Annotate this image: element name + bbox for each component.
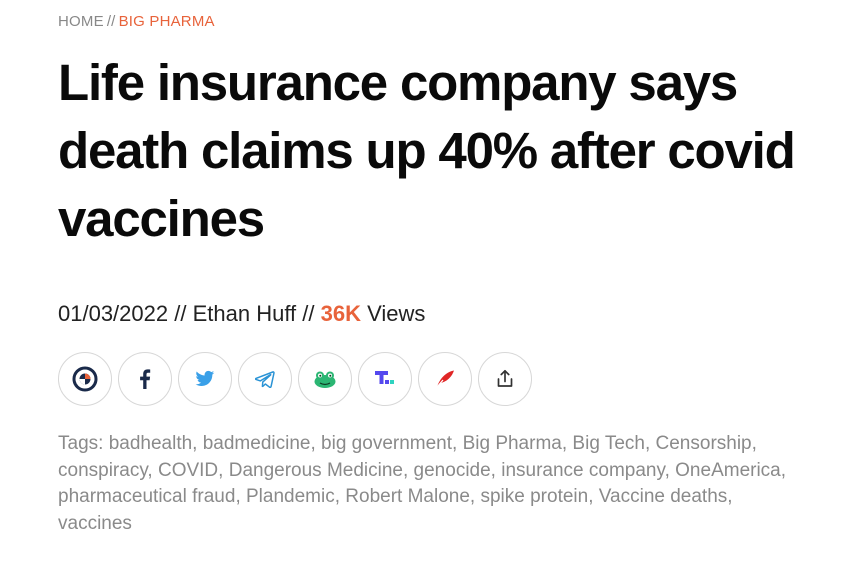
share-gab-button[interactable] — [298, 352, 352, 406]
gettr-icon — [434, 368, 456, 390]
share-buttons — [58, 352, 828, 408]
telegram-icon — [255, 370, 275, 388]
share-facebook-button[interactable] — [118, 352, 172, 406]
tag-link[interactable]: spike protein — [480, 486, 588, 507]
tag-link[interactable]: pharmaceutical fraud — [58, 486, 235, 507]
breadcrumb: HOME//BIG PHARMA — [58, 10, 828, 34]
tag-link[interactable]: insurance company — [501, 460, 664, 481]
article-meta: 01/03/2022 // Ethan Huff // 36K Views — [58, 300, 828, 328]
views-label: Views — [367, 301, 426, 326]
tag-link[interactable]: badmedicine — [203, 433, 311, 454]
meta-separator: // — [174, 301, 187, 326]
share-telegram-button[interactable] — [238, 352, 292, 406]
tag-link[interactable]: Plandemic — [246, 486, 335, 507]
tag-link[interactable]: vaccines — [58, 513, 132, 534]
meta-separator: // — [302, 301, 315, 326]
share-truth-social-button[interactable] — [358, 352, 412, 406]
tag-link[interactable]: Robert Malone — [345, 486, 470, 507]
share-upload-icon — [495, 369, 515, 389]
brighteon-icon — [72, 366, 98, 392]
truth-social-icon — [374, 369, 396, 389]
article-header: HOME//BIG PHARMA Life insurance company … — [58, 10, 828, 537]
tags-list: Tags: badhealth, badmedicine, big govern… — [58, 431, 798, 537]
tag-link[interactable]: conspiracy — [58, 460, 147, 481]
tag-link[interactable]: COVID — [158, 460, 218, 481]
tag-link[interactable]: Vaccine deaths — [599, 486, 728, 507]
tag-link[interactable]: big government — [321, 433, 452, 454]
facebook-icon — [135, 368, 155, 390]
share-gettr-button[interactable] — [418, 352, 472, 406]
share-brighteon-button[interactable] — [58, 352, 112, 406]
tags-container: badhealth, badmedicine, big government, … — [58, 433, 787, 534]
tag-link[interactable]: OneAmerica — [675, 460, 781, 481]
tag-link[interactable]: Big Tech — [572, 433, 645, 454]
share-more-button[interactable] — [478, 352, 532, 406]
article-date: 01/03/2022 — [58, 301, 169, 326]
tag-link[interactable]: badhealth — [109, 433, 192, 454]
share-twitter-button[interactable] — [178, 352, 232, 406]
tag-link[interactable]: Big Pharma — [463, 433, 562, 454]
tags-prefix: Tags: — [58, 433, 109, 454]
twitter-icon — [195, 370, 215, 388]
gab-frog-icon — [313, 369, 337, 389]
tag-link[interactable]: genocide — [414, 460, 491, 481]
breadcrumb-home-link[interactable]: HOME — [58, 13, 104, 30]
breadcrumb-separator: // — [106, 13, 116, 30]
article-author[interactable]: Ethan Huff — [193, 301, 297, 326]
article-title: Life insurance company says death claims… — [58, 54, 796, 247]
tag-link[interactable]: Dangerous Medicine — [229, 460, 403, 481]
tag-link[interactable]: Censorship — [656, 433, 752, 454]
views-count: 36K — [320, 301, 361, 326]
breadcrumb-category-link[interactable]: BIG PHARMA — [119, 13, 215, 30]
